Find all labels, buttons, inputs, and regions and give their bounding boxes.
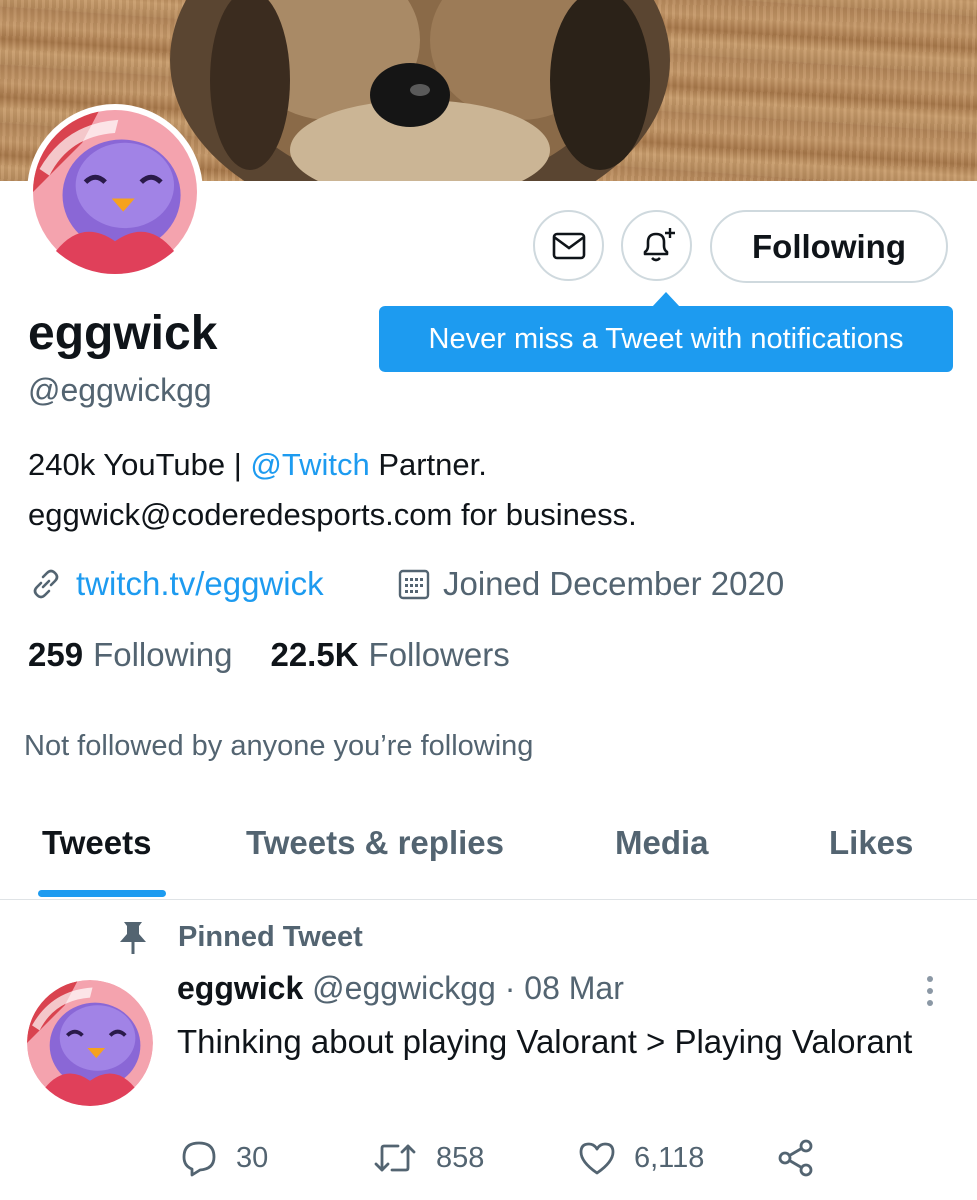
profile-handle: @eggwickgg [28, 372, 212, 408]
like-action[interactable]: 6,118 [578, 1136, 704, 1180]
tab-media[interactable]: Media [615, 824, 709, 862]
tweet-meta: @eggwickgg · 08 Mar [312, 970, 624, 1006]
following-label: Following [93, 636, 233, 673]
profile-tabs: Tweets Tweets & replies Media Likes [0, 800, 977, 900]
followers-count: 22.5K [270, 636, 359, 673]
notifications-button[interactable] [621, 210, 692, 281]
heart-icon [579, 1142, 615, 1175]
mail-icon [552, 232, 585, 259]
profile-name: eggwick [28, 307, 218, 360]
calendar-icon [398, 569, 430, 600]
website-link[interactable]: twitch.tv/eggwick [76, 565, 324, 603]
following-stat[interactable]: 259 Following [28, 636, 232, 674]
followers-stat[interactable]: 22.5K Followers [270, 636, 509, 674]
reply-count: 30 [236, 1141, 269, 1174]
bio-text-2: Partner. [369, 447, 487, 482]
like-count: 6,118 [634, 1141, 705, 1174]
bio-text: 240k YouTube | [28, 447, 251, 482]
bird-avatar-icon [33, 110, 197, 274]
joined-date: Joined December 2020 [443, 565, 785, 602]
share-action[interactable] [776, 1136, 834, 1180]
share-icon [778, 1139, 813, 1177]
bio-line-2: eggwick@coderedesports.com for business. [28, 497, 637, 532]
following-button[interactable]: Following [710, 210, 948, 283]
link-icon [33, 569, 59, 599]
reply-action[interactable]: 30 [180, 1136, 268, 1180]
reply-icon [182, 1141, 216, 1177]
tweet-author-name[interactable]: eggwick [177, 970, 303, 1006]
retweet-icon [374, 1144, 416, 1172]
profile-joined: Joined December 2020 [397, 560, 784, 608]
followers-label: Followers [368, 636, 510, 673]
message-button[interactable] [533, 210, 604, 281]
retweet-count: 858 [436, 1141, 485, 1174]
profile-stats: 259 Following 22.5K Followers [28, 636, 510, 674]
notifications-tooltip[interactable]: Never miss a Tweet with notifications [379, 306, 953, 372]
profile-bio: 240k YouTube | @Twitch Partner. eggwick@… [28, 440, 928, 540]
bio-mention-link[interactable]: @Twitch [250, 447, 369, 482]
tooltip-arrow [652, 292, 680, 307]
more-options-icon[interactable] [922, 974, 938, 1008]
tweet-header: eggwick @eggwickgg · 08 Mar [177, 970, 624, 1007]
bio-line-1: 240k YouTube | @Twitch Partner. [28, 440, 928, 490]
tab-likes[interactable]: Likes [829, 824, 913, 862]
pinned-text: Pinned Tweet [178, 920, 363, 953]
bell-plus-icon [643, 227, 675, 261]
tab-tweets-replies[interactable]: Tweets & replies [246, 824, 504, 862]
pin-icon [120, 922, 146, 954]
tweet-text: Thinking about playing Valorant > Playin… [177, 1023, 913, 1060]
active-tab-indicator [38, 890, 166, 897]
bird-avatar-icon [27, 980, 153, 1106]
following-count: 259 [28, 636, 84, 673]
profile-website[interactable]: twitch.tv/eggwick [28, 560, 324, 608]
not-followed-notice: Not followed by anyone you’re following [24, 730, 534, 762]
pinned-label: Pinned Tweet [118, 920, 363, 954]
tweet-author-avatar[interactable] [27, 980, 153, 1106]
profile-avatar[interactable] [27, 104, 203, 280]
tab-tweets[interactable]: Tweets [42, 824, 151, 862]
retweet-action[interactable]: 858 [372, 1136, 484, 1180]
